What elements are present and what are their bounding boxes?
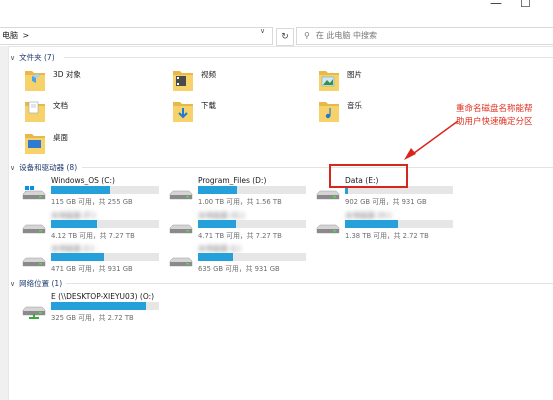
group-header-folders[interactable]: ∨ 文件夹 (7) <box>10 52 55 63</box>
drive-item[interactable]: 本地磁盘 (H:) 1.38 TB 可用，共 2.72 TB <box>316 210 456 244</box>
drive-item[interactable]: E (\\DESKTOP-XIEYU03) (O:) 325 GB 可用，共 2.… <box>22 292 162 326</box>
hard-drive-icon <box>169 253 193 269</box>
drive-usage-fill <box>51 302 147 310</box>
group-divider <box>82 167 553 168</box>
refresh-icon: ↻ <box>281 32 289 42</box>
drive-item[interactable]: Program_Files (D:) 1.00 TB 可用，共 1.56 TB <box>169 176 309 210</box>
pictures-folder-icon <box>318 67 340 93</box>
drive-usage-fill <box>198 253 233 261</box>
drive-usage-bar <box>51 186 159 194</box>
address-bar[interactable]: 电脑 > <box>0 27 273 45</box>
drive-usage-fill <box>51 253 104 261</box>
group-title-network: 网络位置 (1) <box>19 279 63 288</box>
hard-drive-icon <box>316 220 340 236</box>
group-header-devices[interactable]: ∨ 设备和驱动器 (8) <box>10 162 77 173</box>
chevron-down-icon: ∨ <box>10 54 16 62</box>
search-icon: ⚲ <box>304 31 310 40</box>
drive-size-text: 1.38 TB 可用，共 2.72 TB <box>345 232 429 240</box>
drive-item[interactable]: 本地磁盘 (F:) 4.12 TB 可用，共 7.27 TB <box>22 210 162 244</box>
drive-name: Program_Files (D:) <box>198 176 267 185</box>
network-drive-icon <box>22 302 46 319</box>
folder-label: 文档 <box>53 101 68 110</box>
address-bar-row: 电脑 > ∨ ↻ ⚲ 在 此电脑 中搜索 <box>0 24 553 47</box>
maximize-icon[interactable]: ☐ <box>520 0 531 10</box>
3d-objects-folder-icon <box>24 67 46 93</box>
chevron-down-icon: ∨ <box>10 280 16 288</box>
refresh-button[interactable]: ↻ <box>276 28 294 46</box>
group-header-network[interactable]: ∨ 网络位置 (1) <box>10 278 62 289</box>
drive-usage-bar <box>198 253 306 261</box>
navigation-pane-edge[interactable] <box>0 46 9 400</box>
folder-label: 图片 <box>347 70 362 79</box>
breadcrumb-separator: > <box>22 31 30 40</box>
drive-usage-fill <box>51 186 111 194</box>
videos-folder-icon <box>172 67 194 93</box>
hard-drive-icon <box>22 253 46 269</box>
drive-usage-bar <box>51 220 159 228</box>
annotation-line-2: 助用户快速确定分区 <box>456 117 533 127</box>
drive-item[interactable]: Windows_OS (C:) 115 GB 可用，共 255 GB <box>22 176 162 210</box>
hard-drive-icon <box>169 220 193 236</box>
group-title-folders: 文件夹 (7) <box>19 53 55 62</box>
folder-label: 音乐 <box>347 101 362 110</box>
annotation-arrow-icon <box>404 120 459 160</box>
drive-size-text: 1.00 TB 可用，共 1.56 TB <box>198 198 282 206</box>
title-bar: — ☐ <box>0 0 553 24</box>
search-placeholder: 在 此电脑 中搜索 <box>315 31 377 40</box>
drive-name: E (\\DESKTOP-XIEYU03) (O:) <box>51 292 155 301</box>
drive-usage-fill <box>198 186 237 194</box>
folder-label: 桌面 <box>53 133 68 142</box>
drive-usage-bar <box>198 220 306 228</box>
drive-usage-bar <box>198 186 306 194</box>
desktop-folder-icon <box>24 130 46 156</box>
highlight-box <box>329 164 408 188</box>
minimize-icon[interactable]: — <box>490 0 502 10</box>
drive-usage-fill <box>198 220 236 228</box>
breadcrumb-this-pc[interactable]: 电脑 <box>2 31 18 40</box>
drive-item[interactable]: 本地磁盘 (J:) 635 GB 可用，共 931 GB <box>169 243 309 277</box>
drive-size-text: 115 GB 可用，共 255 GB <box>51 198 133 206</box>
drive-size-text: 4.12 TB 可用，共 7.27 TB <box>51 232 135 240</box>
annotation-line-1: 重命名磁盘名称能帮 <box>456 104 533 114</box>
address-history-dropdown-icon[interactable]: ∨ <box>260 27 265 35</box>
drive-size-text: 4.71 TB 可用，共 7.27 TB <box>198 232 282 240</box>
windows-drive-icon <box>22 186 46 202</box>
drive-size-text: 325 GB 可用，共 2.72 TB <box>51 314 134 322</box>
folder-label: 视频 <box>201 70 216 79</box>
group-divider <box>66 283 553 284</box>
folder-label: 3D 对象 <box>53 70 81 79</box>
drive-usage-bar <box>51 302 159 310</box>
drive-usage-bar <box>51 253 159 261</box>
hard-drive-icon <box>169 186 193 202</box>
drive-usage-bar <box>345 220 453 228</box>
hard-drive-icon <box>22 220 46 236</box>
drive-name: Windows_OS (C:) <box>51 176 115 185</box>
music-folder-icon <box>318 98 340 124</box>
drive-item[interactable]: 本地磁盘 (G:) 4.71 TB 可用，共 7.27 TB <box>169 210 309 244</box>
annotation-text: 重命名磁盘名称能帮 助用户快速确定分区 <box>456 103 553 129</box>
drive-size-text: 471 GB 可用，共 931 GB <box>51 265 133 273</box>
hard-drive-icon <box>316 186 340 202</box>
search-input[interactable]: ⚲ 在 此电脑 中搜索 <box>296 27 553 45</box>
group-title-devices: 设备和驱动器 (8) <box>19 163 78 172</box>
drive-usage-fill <box>51 220 98 228</box>
downloads-folder-icon <box>172 98 194 124</box>
group-divider <box>64 57 553 58</box>
chevron-down-icon: ∨ <box>10 164 16 172</box>
drive-usage-fill <box>345 220 398 228</box>
drive-size-text: 902 GB 可用，共 931 GB <box>345 198 427 206</box>
folder-label: 下载 <box>201 101 216 110</box>
documents-folder-icon <box>24 98 46 124</box>
drive-item[interactable]: 本地磁盘 (I:) 471 GB 可用，共 931 GB <box>22 243 162 277</box>
drive-size-text: 635 GB 可用，共 931 GB <box>198 265 280 273</box>
